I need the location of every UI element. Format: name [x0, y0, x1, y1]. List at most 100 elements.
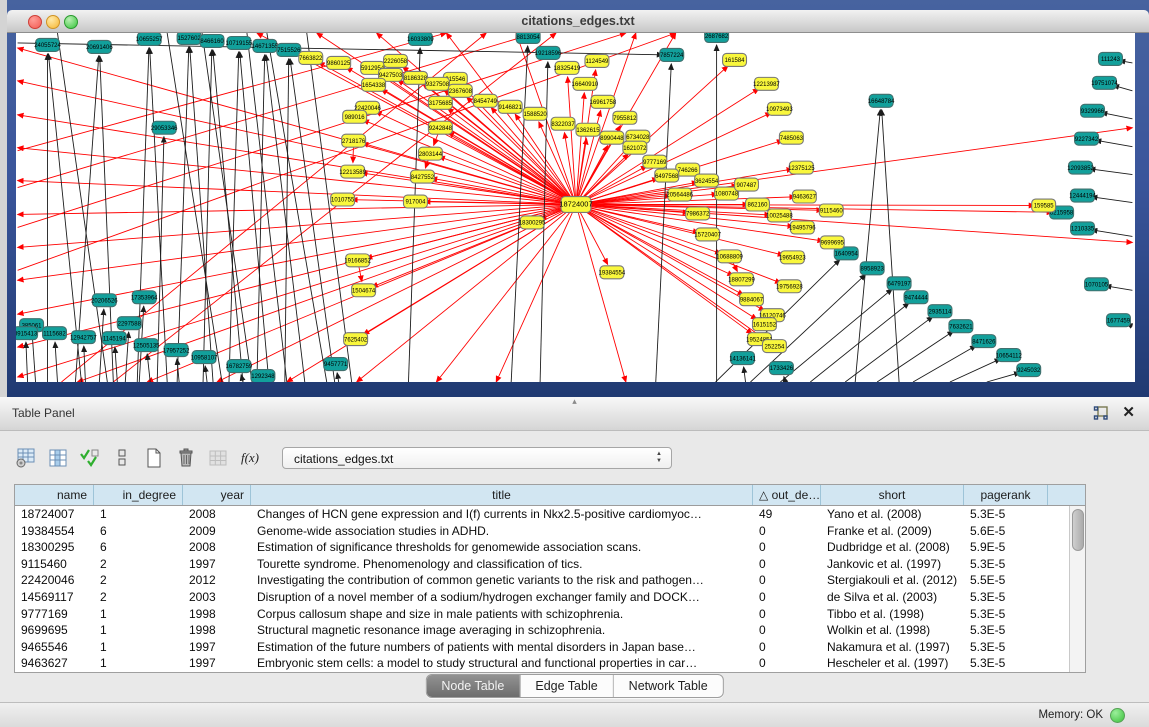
splitter-grip-icon[interactable]: ▴ — [572, 396, 577, 407]
column-header-short[interactable]: short — [821, 485, 964, 505]
graph-node[interactable]: 7625402 — [344, 333, 368, 346]
table-row[interactable]: 977716911998Corpus callosum shape and si… — [15, 606, 1085, 623]
graph-node[interactable]: 9245032 — [1017, 364, 1041, 377]
graph-node[interactable]: 7632621 — [949, 320, 973, 333]
graph-node[interactable]: 1292348 — [251, 370, 275, 382]
graph-node[interactable]: 9227342 — [1075, 132, 1099, 145]
network-canvas[interactable]: 2405572420691406106552571527602846616010… — [16, 33, 1135, 382]
column-header-title[interactable]: title — [251, 485, 753, 505]
column-header-name[interactable]: name — [15, 485, 94, 505]
row-height-icon[interactable] — [110, 446, 134, 470]
graph-node[interactable]: 18325419 — [554, 61, 581, 74]
delete-column-icon[interactable] — [174, 446, 198, 470]
graph-node[interactable]: 12505135 — [133, 339, 160, 352]
graph-node[interactable]: 1070105 — [1085, 278, 1109, 291]
graph-node[interactable]: 9860125 — [327, 56, 351, 69]
graph-node[interactable]: 1615152 — [752, 318, 776, 331]
graph-node[interactable]: 17353964 — [131, 291, 158, 304]
table-select-dropdown[interactable]: citations_edges.txt ▲▼ — [282, 447, 672, 469]
graph-node[interactable]: 16648784 — [868, 94, 895, 107]
graph-node[interactable]: 3175685 — [428, 96, 452, 109]
graph-node[interactable]: 1588520 — [523, 107, 547, 120]
close-panel-icon[interactable]: ✕ — [1122, 403, 1135, 421]
graph-node[interactable]: 2718176 — [342, 134, 366, 147]
graph-node[interactable]: 10025488 — [766, 209, 793, 222]
table-header-row[interactable]: namein_degreeyeartitle△ out_de…shortpage… — [15, 485, 1085, 506]
graph-node[interactable]: 111243 — [1099, 52, 1123, 65]
scrollbar-thumb[interactable] — [1072, 509, 1084, 551]
graph-node[interactable]: 14136141 — [729, 352, 756, 365]
column-header-in_degree[interactable]: in_degree — [94, 485, 183, 505]
graph-node[interactable]: 1124549 — [585, 54, 609, 67]
graph-node[interactable]: 20691406 — [86, 40, 113, 53]
graph-node[interactable]: 9242848 — [428, 121, 452, 134]
graph-node[interactable]: 9463627 — [792, 190, 816, 203]
graph-node[interactable]: 1733426 — [769, 362, 793, 375]
graph-node[interactable]: 16782759 — [226, 360, 253, 373]
graph-node[interactable]: 24055724 — [34, 38, 61, 51]
graph-node[interactable]: 159585 — [1032, 199, 1056, 212]
graph-node[interactable]: 9474444 — [904, 291, 928, 304]
graph-node[interactable]: 161584 — [723, 53, 747, 66]
graph-node[interactable]: 17957252 — [163, 344, 190, 357]
import-table-icon[interactable] — [206, 446, 230, 470]
column-header-out_de[interactable]: △ out_de… — [753, 485, 821, 505]
graph-node[interactable]: 1654338 — [362, 78, 386, 91]
graph-node[interactable]: 917004 — [403, 195, 427, 208]
graph-node[interactable]: 10719155 — [226, 36, 253, 49]
graph-node[interactable]: 10958107 — [191, 351, 218, 364]
graph-node[interactable]: 19166852 — [344, 254, 371, 267]
graph-node[interactable]: 12213589 — [339, 165, 366, 178]
graph-node[interactable]: 6497568 — [655, 169, 679, 182]
graph-node[interactable]: 8813054 — [516, 33, 540, 43]
graph-node[interactable]: 1677459 — [1106, 314, 1130, 327]
memory-status-indicator[interactable] — [1110, 708, 1125, 723]
graph-node[interactable]: 1145194 — [102, 332, 126, 345]
graph-node[interactable]: 8186328 — [403, 71, 427, 84]
graph-node[interactable]: 12093852 — [1067, 161, 1094, 174]
graph-node[interactable]: 2297588 — [117, 317, 141, 330]
graph-node[interactable]: 20206526 — [91, 294, 118, 307]
graph-node[interactable]: 989016 — [343, 110, 367, 123]
graph-node[interactable]: 19384554 — [599, 266, 626, 279]
table-row[interactable]: 1872400712008Changes of HCN gene express… — [15, 506, 1085, 523]
graph-node[interactable]: 18724007 — [559, 197, 592, 213]
graph-node[interactable]: 8427552 — [410, 170, 434, 183]
window-titlebar[interactable]: citations_edges.txt — [7, 10, 1149, 33]
graph-node[interactable]: 9457771 — [324, 358, 348, 371]
graph-node[interactable]: 8990448 — [600, 131, 624, 144]
graph-node[interactable]: 8471626 — [972, 335, 996, 348]
graph-node[interactable]: 12213987 — [753, 77, 780, 90]
graph-node[interactable]: 1115682 — [43, 327, 67, 340]
graph-node[interactable]: 9146821 — [498, 100, 522, 113]
graph-node[interactable]: 12375125 — [788, 161, 815, 174]
graph-node[interactable]: 12444194 — [1069, 189, 1096, 202]
graph-node[interactable]: 252254 — [762, 340, 786, 353]
graph-node[interactable]: 1621072 — [623, 141, 647, 154]
graph-node[interactable]: 1362615 — [576, 123, 600, 136]
table-row[interactable]: 911546021997Tourette syndrome. Phenomeno… — [15, 556, 1085, 573]
graph-node[interactable]: 907487 — [735, 178, 759, 191]
graph-node[interactable]: 2935114 — [928, 305, 952, 318]
graph-node[interactable]: 3915413 — [16, 327, 38, 340]
graph-node[interactable]: 14671355 — [252, 39, 279, 52]
graph-node[interactable]: 15720407 — [694, 228, 721, 241]
graph-node[interactable]: 8322037 — [551, 117, 575, 130]
table-row[interactable]: 2242004622012Investigating the contribut… — [15, 572, 1085, 589]
table-row[interactable]: 1456911722003Disruption of a novel membe… — [15, 589, 1085, 606]
graph-node[interactable]: 10688809 — [716, 250, 743, 263]
graph-node[interactable]: 1527602 — [177, 33, 201, 44]
graph-node[interactable]: 20564486 — [666, 188, 693, 201]
table-vertical-scrollbar[interactable] — [1069, 506, 1085, 672]
graph-node[interactable]: 6479197 — [887, 277, 911, 290]
graph-node[interactable]: 19218596 — [535, 46, 562, 59]
column-visibility-icon[interactable] — [46, 446, 70, 470]
graph-node[interactable]: 1010755 — [331, 193, 355, 206]
column-header-year[interactable]: year — [183, 485, 251, 505]
graph-node[interactable]: 16033809 — [407, 33, 434, 45]
graph-node[interactable]: 9327508 — [425, 77, 449, 90]
graph-node[interactable]: 18300295 — [519, 216, 546, 229]
graph-node[interactable]: 9115460 — [819, 204, 843, 217]
graph-node[interactable]: 10973493 — [766, 102, 793, 115]
graph-node[interactable]: 12942757 — [70, 331, 97, 344]
